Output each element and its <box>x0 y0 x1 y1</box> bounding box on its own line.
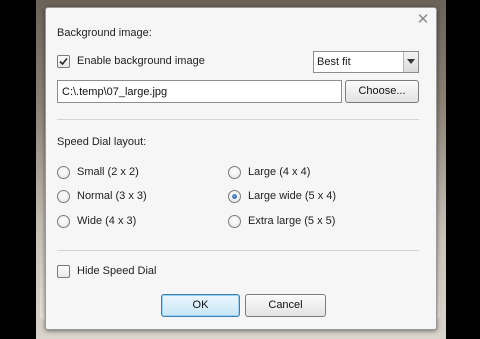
radio-small[interactable] <box>57 166 70 179</box>
radio-normal-label: Normal (3 x 3) <box>77 190 147 202</box>
radio-small-label: Small (2 x 2) <box>77 166 139 178</box>
hide-speed-dial-label: Hide Speed Dial <box>77 265 157 277</box>
enable-background-checkbox[interactable] <box>57 55 70 68</box>
enable-background-label: Enable background image <box>77 55 205 67</box>
close-icon[interactable]: ✕ <box>416 12 430 28</box>
radio-extra-large-label: Extra large (5 x 5) <box>248 215 336 227</box>
speed-dial-settings-dialog: ✕ Background image: Enable background im… <box>45 7 437 330</box>
radio-wide-label: Wide (4 x 3) <box>77 215 137 227</box>
fit-mode-value: Best fit <box>317 56 351 68</box>
radio-wide[interactable] <box>57 215 70 228</box>
checkmark-icon <box>59 57 68 66</box>
radio-large-label: Large (4 x 4) <box>248 166 311 178</box>
radio-extra-large[interactable] <box>228 215 241 228</box>
radio-normal[interactable] <box>57 190 70 203</box>
background-path-input[interactable] <box>57 80 342 103</box>
cancel-button[interactable]: Cancel <box>245 294 326 317</box>
divider <box>57 250 419 251</box>
ok-button[interactable]: OK <box>161 294 240 317</box>
radio-selected-dot <box>232 194 237 199</box>
chevron-down-icon <box>407 59 415 64</box>
dropdown-button[interactable] <box>403 52 418 72</box>
radio-large-wide-label: Large wide (5 x 4) <box>248 190 337 202</box>
background-section-title: Background image: <box>57 27 152 39</box>
radio-large[interactable] <box>228 166 241 179</box>
radio-large-wide[interactable] <box>228 190 241 203</box>
fit-mode-select[interactable]: Best fit <box>313 51 419 73</box>
divider <box>57 119 419 120</box>
hide-speed-dial-checkbox[interactable] <box>57 265 70 278</box>
choose-button[interactable]: Choose... <box>345 80 419 103</box>
layout-section-title: Speed Dial layout: <box>57 136 147 148</box>
